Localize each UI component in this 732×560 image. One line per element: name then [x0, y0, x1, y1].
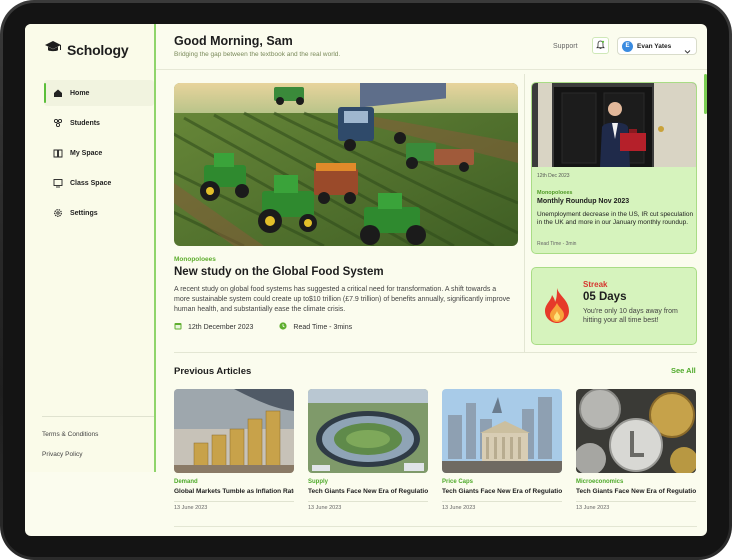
header: Good Morning, Sam Bridging the gap betwe… — [156, 24, 707, 70]
article-date: 13 June 2023 — [308, 504, 342, 511]
article-date: 13 June 2023 — [174, 504, 208, 511]
article-card[interactable]: Supply Tech Giants Face New Era of Regul… — [308, 389, 428, 511]
article-image — [174, 389, 294, 473]
featured-read-time: Read Time - 3mins — [293, 323, 353, 331]
streak-label: Streak — [583, 280, 608, 289]
article-category: Supply — [308, 479, 329, 485]
featured-title[interactable]: New study on the Global Food System — [174, 266, 384, 278]
sidebar-item-home[interactable]: Home — [44, 80, 154, 106]
article-divider — [174, 500, 294, 502]
students-icon — [53, 118, 63, 128]
user-name: Evan Yates — [637, 42, 672, 50]
news-image — [532, 83, 696, 167]
previous-articles-title: Previous Articles — [174, 366, 252, 377]
article-divider — [576, 500, 696, 502]
sidebar-item-label: Home — [70, 89, 90, 97]
featured-date: 12th December 2023 — [188, 323, 254, 331]
sidebar-item-label: My Space — [70, 149, 103, 157]
calendar-icon — [174, 322, 182, 332]
news-read-time: Read Time - 3min — [537, 241, 577, 247]
sidebar-nav: Home Students My Space Class Space Setti… — [44, 80, 154, 230]
chevron-down-icon — [684, 42, 691, 60]
sidebar: Schology Home Students My Space Class Sp… — [25, 24, 156, 472]
avatar: E — [622, 40, 633, 52]
sidebar-item-class-space[interactable]: Class Space — [44, 170, 154, 196]
sidebar-item-settings[interactable]: Settings — [44, 200, 154, 226]
privacy-link[interactable]: Privacy Policy — [42, 451, 154, 458]
article-card[interactable]: Microeconomics Tech Giants Face New Era … — [576, 389, 696, 511]
bottom-divider — [174, 526, 697, 527]
article-date: 13 June 2023 — [576, 504, 610, 511]
sidebar-item-label: Class Space — [70, 179, 112, 187]
featured-article-image[interactable] — [174, 83, 518, 246]
article-category: Demand — [174, 479, 198, 485]
news-category: Monopoloees — [537, 190, 573, 196]
news-date: 12th Dec 2023 — [537, 173, 570, 179]
article-image — [308, 389, 428, 473]
clock-icon — [279, 322, 287, 332]
article-title: Tech Giants Face New Era of Regulation A… — [576, 488, 696, 495]
class-icon — [53, 178, 63, 188]
page-title: Good Morning, Sam — [174, 34, 293, 48]
sidebar-item-students[interactable]: Students — [44, 110, 154, 136]
featured-category: Monopoloees — [174, 256, 216, 263]
sidebar-footer: Terms & Conditions Privacy Policy — [42, 416, 154, 471]
flame-icon — [543, 286, 571, 329]
sidebar-item-label: Students — [70, 119, 100, 127]
column-divider — [524, 74, 525, 352]
app-name: Schology — [67, 41, 129, 58]
see-all-link[interactable]: See All — [671, 366, 696, 375]
article-title: Tech Giants Face New Era of Regulation A… — [308, 488, 428, 495]
streak-days: 05 Days — [583, 291, 627, 303]
article-divider — [308, 500, 428, 502]
scrollbar-thumb[interactable] — [704, 74, 707, 114]
graduation-cap-icon — [44, 40, 62, 59]
section-divider — [174, 352, 697, 353]
gear-icon — [53, 208, 63, 218]
home-icon — [53, 88, 63, 98]
page-subtitle: Bridging the gap between the textbook an… — [174, 51, 341, 58]
article-category: Price Caps — [442, 479, 474, 485]
streak-message: You're only 10 days away from hitting yo… — [583, 308, 678, 324]
article-card[interactable]: Price Caps Tech Giants Face New Era of R… — [442, 389, 562, 511]
article-divider — [442, 500, 562, 502]
support-link[interactable]: Support — [553, 43, 578, 50]
user-menu[interactable]: E Evan Yates — [617, 37, 697, 55]
sidebar-item-label: Settings — [70, 209, 98, 217]
featured-summary: A recent study on global food systems ha… — [174, 286, 511, 314]
article-image — [576, 389, 696, 473]
news-card[interactable]: 12th Dec 2023 Monopoloees Monthly Roundu… — [531, 82, 697, 254]
sidebar-item-my-space[interactable]: My Space — [44, 140, 154, 166]
article-date: 13 June 2023 — [442, 504, 476, 511]
app-screen: Schology Home Students My Space Class Sp… — [25, 24, 707, 536]
article-title: Tech Giants Face New Era of Regulation A… — [442, 488, 562, 495]
featured-meta: 12th December 2023 Read Time - 3mins — [174, 322, 352, 332]
news-title[interactable]: Monthly Roundup Nov 2023 — [537, 198, 629, 205]
logo[interactable]: Schology — [44, 40, 129, 59]
terms-link[interactable]: Terms & Conditions — [42, 431, 154, 438]
book-icon — [53, 148, 63, 158]
news-summary: Unemployment decrease in the US, IR cut … — [537, 211, 694, 227]
article-image — [442, 389, 562, 473]
bell-icon — [596, 37, 605, 55]
article-category: Microeconomics — [576, 479, 624, 485]
streak-card: Streak 05 Days You're only 10 days away … — [531, 267, 697, 345]
notifications-button[interactable] — [592, 37, 609, 54]
article-card[interactable]: Demand Global Markets Tumble as Inflatio… — [174, 389, 294, 511]
article-title: Global Markets Tumble as Inflation Rates… — [174, 488, 294, 495]
